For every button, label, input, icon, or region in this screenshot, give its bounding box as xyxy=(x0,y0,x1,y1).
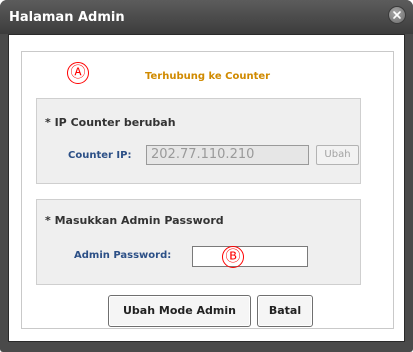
admin-password-input[interactable] xyxy=(192,246,308,267)
password-section-title: * Masukkan Admin Password xyxy=(45,214,224,227)
ip-section-title: * IP Counter berubah xyxy=(45,116,176,129)
window-title: Halaman Admin xyxy=(9,10,125,25)
cancel-button[interactable]: Batal xyxy=(257,295,313,327)
ip-section: * IP Counter berubah Counter IP: 202.77.… xyxy=(36,98,361,184)
admin-dialog: Halaman Admin Ⓐ Terhubung ke Counter * I… xyxy=(0,0,413,352)
marker-a: Ⓐ xyxy=(67,62,89,84)
marker-b: Ⓑ xyxy=(222,246,244,268)
close-icon xyxy=(393,11,401,19)
counter-ip-label: Counter IP: xyxy=(68,150,132,161)
change-admin-mode-button[interactable]: Ubah Mode Admin xyxy=(108,295,251,327)
password-section: * Masukkan Admin Password Admin Password… xyxy=(36,199,361,285)
title-bar: Halaman Admin xyxy=(0,0,413,34)
close-button[interactable] xyxy=(388,6,406,24)
content-frame xyxy=(21,51,394,329)
connection-status: Terhubung ke Counter xyxy=(145,71,271,82)
admin-password-label: Admin Password: xyxy=(74,250,172,261)
counter-ip-input[interactable]: 202.77.110.210 xyxy=(146,145,309,165)
ubah-button[interactable]: Ubah xyxy=(316,145,359,165)
